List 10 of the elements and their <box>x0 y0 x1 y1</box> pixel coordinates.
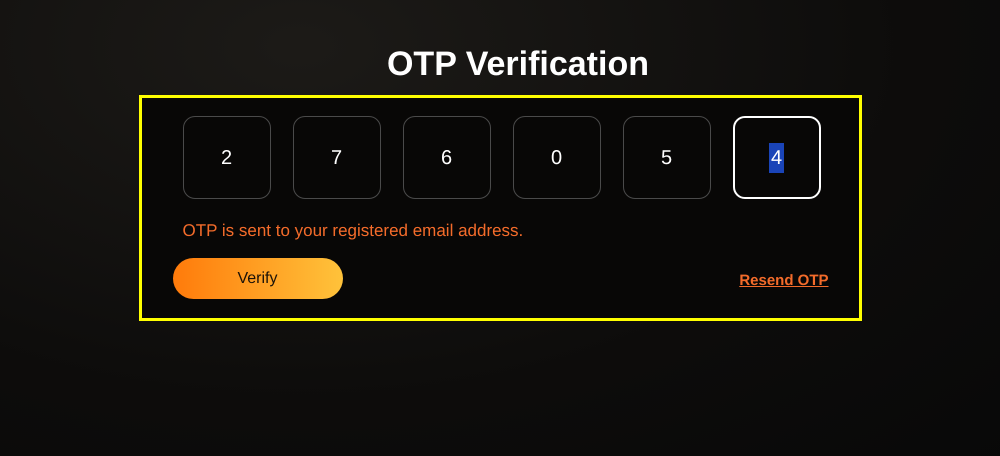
otp-digit-field[interactable]: 7 <box>292 116 380 199</box>
otp-digit-field[interactable]: 6 <box>402 116 490 199</box>
page-title: OTP Verification <box>386 44 649 85</box>
otp-digit-field[interactable]: 5 <box>622 116 710 199</box>
otp-digit-field[interactable]: 2 <box>182 116 270 199</box>
verify-button[interactable]: Verify <box>172 258 342 299</box>
otp-digit-field[interactable]: 4 <box>732 116 820 199</box>
otp-digit-field[interactable]: 0 <box>512 116 600 199</box>
info-message: OTP is sent to your registered email address. <box>182 220 524 242</box>
resend-link[interactable]: Resend OTP <box>739 270 828 292</box>
